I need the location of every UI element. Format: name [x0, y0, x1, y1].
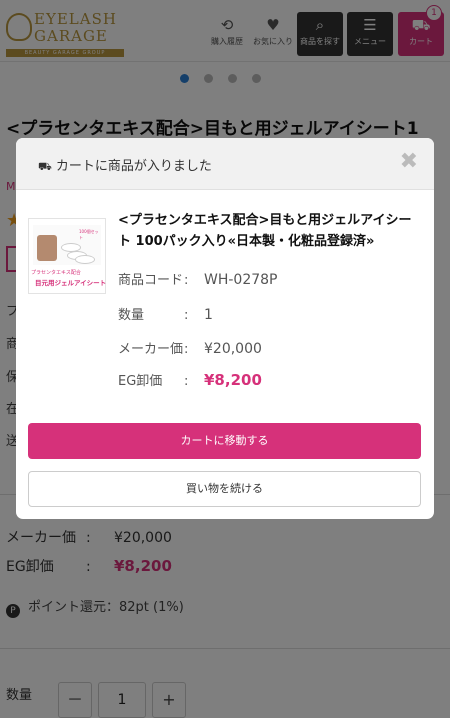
cart-icon: ⛟: [38, 160, 52, 173]
info-sep: :: [184, 374, 189, 389]
go-to-cart-button[interactable]: カートに移動する: [28, 423, 421, 459]
quantity-row: 数量:1: [118, 304, 213, 323]
info-sep: :: [184, 342, 189, 357]
info-sep: :: [184, 273, 189, 288]
product-image: 100個セット: [33, 225, 101, 265]
quantity-value: 1: [204, 307, 213, 323]
eye-sheet-shape: [75, 255, 95, 264]
thumb-caption: プラセンタエキス配合: [31, 270, 81, 276]
info-key: 数量: [118, 308, 145, 323]
info-key: EG卸価: [118, 374, 163, 389]
info-key: メーカー価: [118, 342, 184, 357]
modal-title: ⛟ カートに商品が入りました: [38, 155, 212, 175]
product-code-row: 商品コード: WH-0278P: [118, 269, 278, 288]
product-image-face: [37, 235, 57, 261]
modal-header: ⛟ カートに商品が入りました ✖: [16, 138, 434, 190]
added-to-cart-modal: ⛟ カートに商品が入りました ✖ 100個セット プラセンタエキス配合 目元用ジェ…: [16, 138, 434, 519]
thumb-tag: 100個セット: [79, 229, 99, 240]
maker-price-value: ¥20,000: [204, 341, 262, 357]
product-code-value: WH-0278P: [204, 272, 278, 288]
eg-price-row: EG卸価: ¥8,200: [118, 370, 262, 389]
continue-shopping-button[interactable]: 買い物を続ける: [28, 471, 421, 507]
maker-price-row: メーカー価: ¥20,000: [118, 338, 262, 357]
modal-title-text: カートに商品が入りました: [55, 159, 212, 174]
info-key: 商品コード: [118, 273, 184, 288]
eg-price-value: ¥8,200: [204, 371, 262, 389]
close-icon[interactable]: ✖: [400, 149, 418, 174]
info-sep: :: [184, 308, 189, 323]
product-name[interactable]: <プラセンタエキス配合>目もと用ジェルアイシート 100パック入り«日本製・化粧…: [118, 210, 418, 252]
thumb-caption: 目元用ジェルアイシート: [35, 279, 107, 287]
product-thumbnail[interactable]: 100個セット プラセンタエキス配合 目元用ジェルアイシート: [28, 218, 106, 294]
